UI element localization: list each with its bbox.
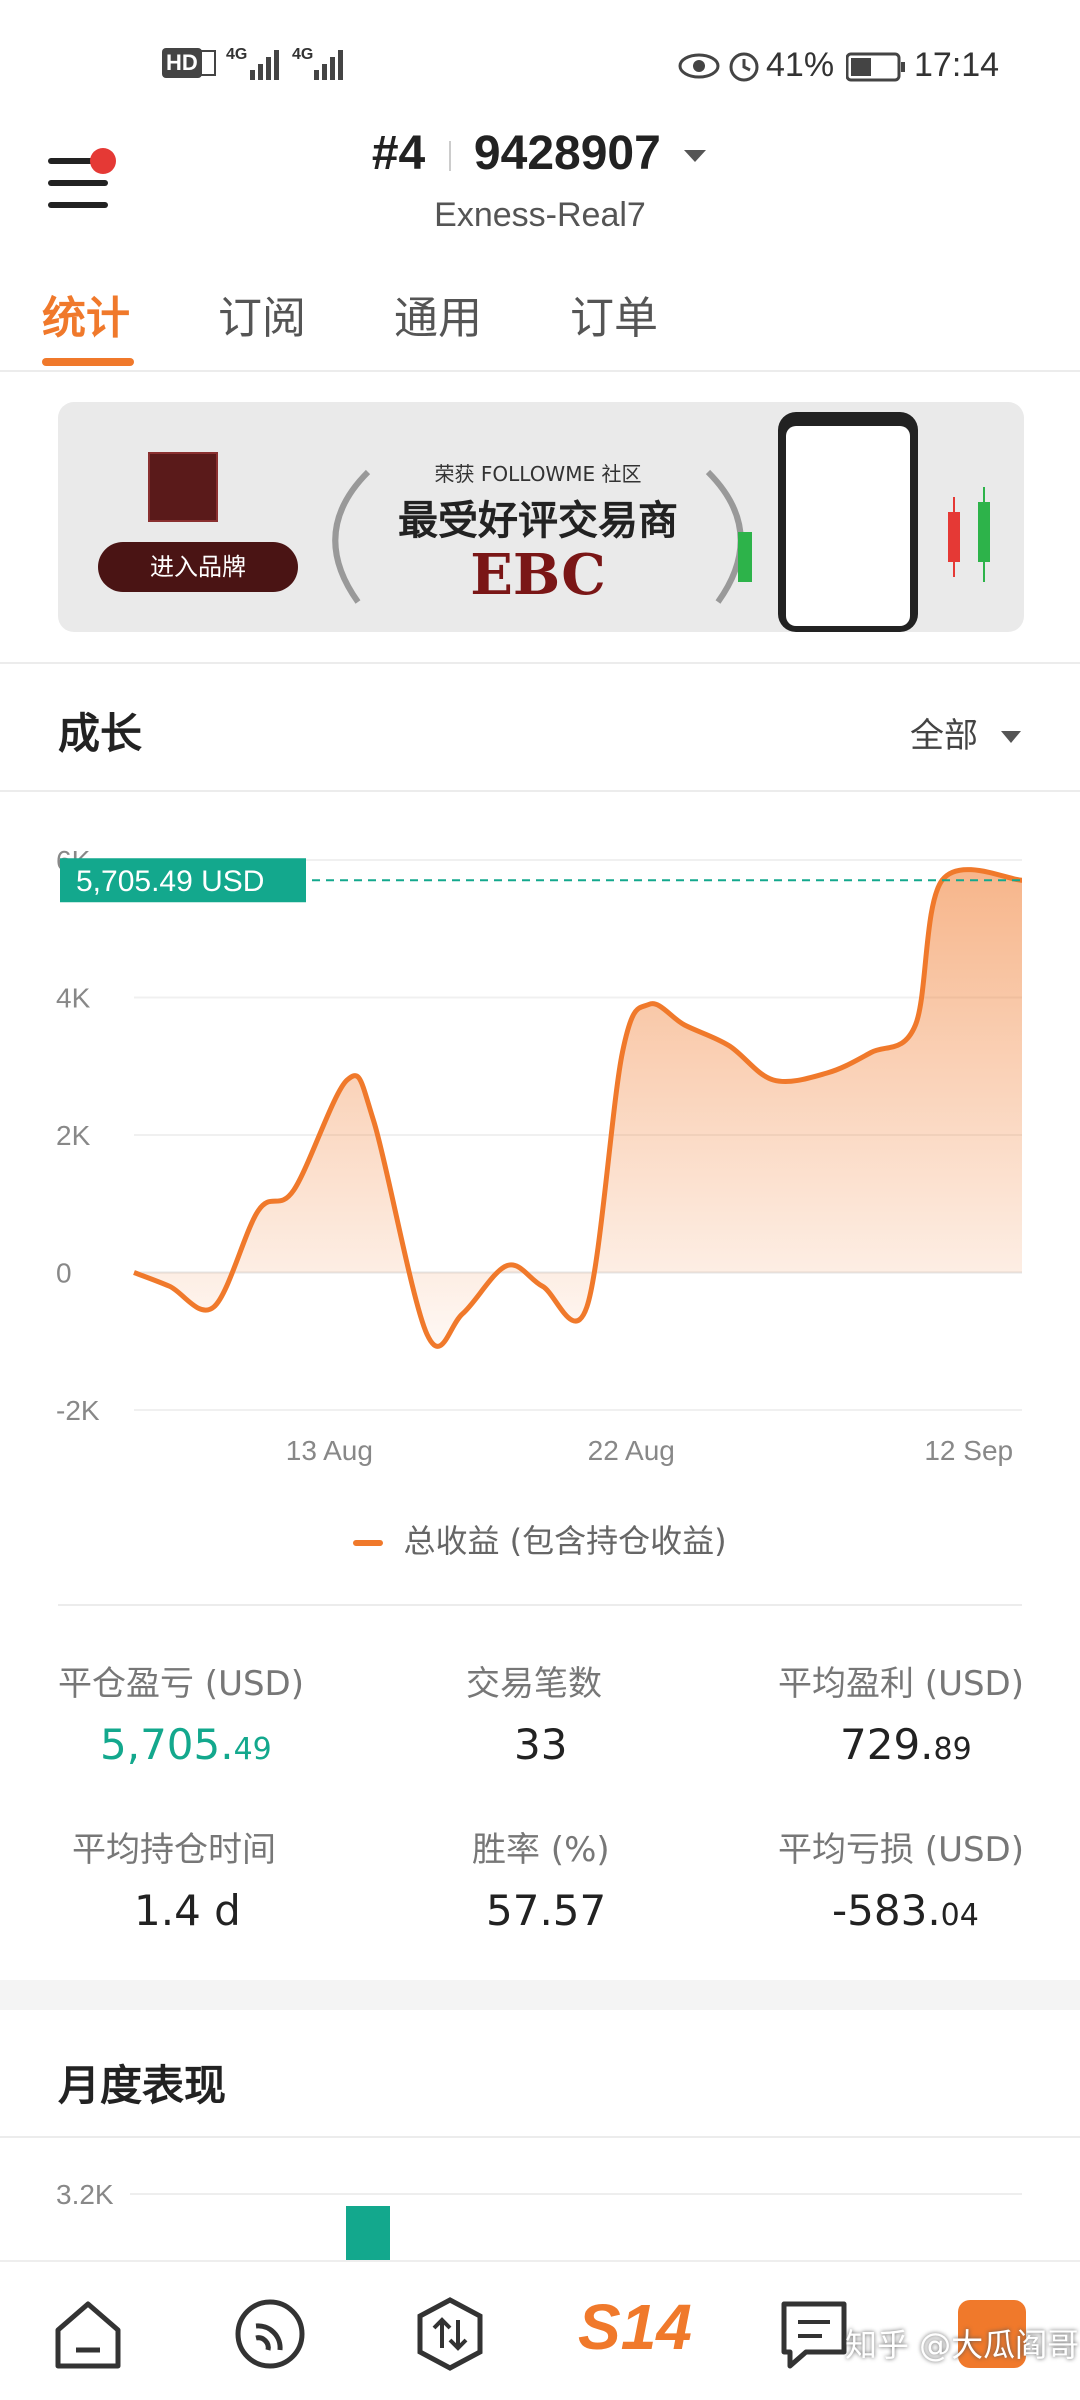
growth-title: 成长 <box>58 709 143 758</box>
signal-2-label: 4G <box>292 46 314 63</box>
tab-orders[interactable]: 订单 <box>570 282 658 346</box>
avg-loss-label: 平均亏损 (USD) <box>778 1830 1024 1870</box>
x-tick-label: 22 Aug <box>588 1435 675 1466</box>
avg-profit-label: 平均盈利 (USD) <box>778 1664 1024 1704</box>
section-separator <box>0 1980 1080 2010</box>
win-rate-value: 57.57 <box>486 1886 607 1935</box>
avg-hold-value: 1.4 d <box>134 1886 241 1935</box>
range-select[interactable]: 全部 <box>910 708 1023 757</box>
tab-statistics[interactable]: 统计 <box>42 282 130 346</box>
status-bar: HD 4G 4G 41% 17:14 <box>0 0 1080 120</box>
chart-legend[interactable]: 总收益 (包含持仓收益) <box>0 1516 1080 1562</box>
divider <box>0 662 1080 664</box>
enter-brand-button[interactable]: 进入品牌 <box>98 542 298 592</box>
volte-icon <box>200 50 216 76</box>
clock: 17:14 <box>914 46 1000 84</box>
y-tick-label: 4K <box>56 983 91 1014</box>
message-icon[interactable] <box>776 2296 852 2372</box>
candlestick-icon <box>738 532 752 582</box>
signal-1-label: 4G <box>226 46 248 63</box>
y-tick-label: 0 <box>56 1258 72 1289</box>
phone-image <box>778 412 918 632</box>
ad-banner[interactable]: 进入品牌 荣获 FOLLOWME 社区 最受好评交易商 EBC <box>58 402 1024 632</box>
signal-icon <box>250 50 279 80</box>
banner-kicker: 荣获 FOLLOWME 社区 <box>434 462 642 486</box>
bottom-nav: S14 知乎 @大瓜阎哥 <box>0 2260 1080 2400</box>
account-selector[interactable]: #4 9428907 <box>0 126 1080 181</box>
current-value-label: 5,705.49 USD <box>76 865 264 898</box>
monthly-ytick: 3.2K <box>56 2179 114 2210</box>
divider <box>58 1604 1022 1606</box>
x-tick-label: 12 Sep <box>924 1435 1013 1466</box>
y-tick-label: 2K <box>56 1120 91 1151</box>
monthly-chart[interactable]: 3.2K <box>0 2150 1080 2260</box>
monthly-bar <box>346 2206 390 2260</box>
battery-percent: 41% <box>766 46 835 84</box>
account-id: 9428907 <box>473 127 661 180</box>
banner-brand: EBC <box>470 542 606 608</box>
divider <box>0 790 1080 792</box>
tab-general[interactable]: 通用 <box>394 282 482 346</box>
avg-profit-value: 729.89 <box>840 1720 972 1769</box>
growth-chart[interactable]: 6K4K2K0-2K 13 Aug22 Aug12 Sep 5,705.49 U… <box>0 830 1080 1490</box>
tab-subscribe[interactable]: 订阅 <box>218 282 306 346</box>
caret-down-icon <box>1000 730 1021 743</box>
hd-badge: HD <box>162 48 202 78</box>
legend-label: 总收益 (包含持仓收益) <box>403 1522 727 1560</box>
feed-icon[interactable] <box>232 2296 308 2372</box>
active-tab-indicator <box>42 358 134 366</box>
candlestick-icon <box>948 487 990 582</box>
watermark: 知乎 @大瓜阎哥 <box>845 2326 1080 2364</box>
account-server: Exness-Real7 <box>434 196 646 234</box>
divider <box>0 370 1080 372</box>
s14-nav-button[interactable]: S14 <box>578 2290 692 2364</box>
monthly-title: 月度表现 <box>58 2061 227 2110</box>
range-value: 全部 <box>910 716 978 756</box>
alarm-icon <box>729 52 759 82</box>
win-rate-label: 胜率 (%) <box>472 1830 610 1870</box>
brand-logo-icon <box>148 452 218 522</box>
banner-headline: 最受好评交易商 <box>398 498 678 544</box>
avg-hold-label: 平均持仓时间 <box>72 1830 276 1870</box>
y-tick-label: -2K <box>56 1395 100 1426</box>
trades-label: 交易笔数 <box>466 1664 602 1704</box>
eye-icon <box>678 53 720 79</box>
closed-pnl-value: 5,705.49 <box>100 1720 272 1769</box>
x-tick-label: 13 Aug <box>286 1435 373 1466</box>
avg-loss-value: -583.04 <box>832 1886 979 1935</box>
signal-icon <box>314 50 343 80</box>
account-rank: #4 <box>371 127 426 180</box>
caret-down-icon <box>684 150 707 163</box>
legend-swatch <box>353 1540 384 1546</box>
trade-icon[interactable] <box>412 2296 488 2372</box>
growth-area <box>134 869 1022 1347</box>
closed-pnl-label: 平仓盈亏 (USD) <box>58 1664 304 1704</box>
trades-value: 33 <box>514 1720 568 1769</box>
home-icon[interactable] <box>50 2296 126 2372</box>
divider <box>0 2136 1080 2138</box>
battery-icon <box>846 52 905 82</box>
